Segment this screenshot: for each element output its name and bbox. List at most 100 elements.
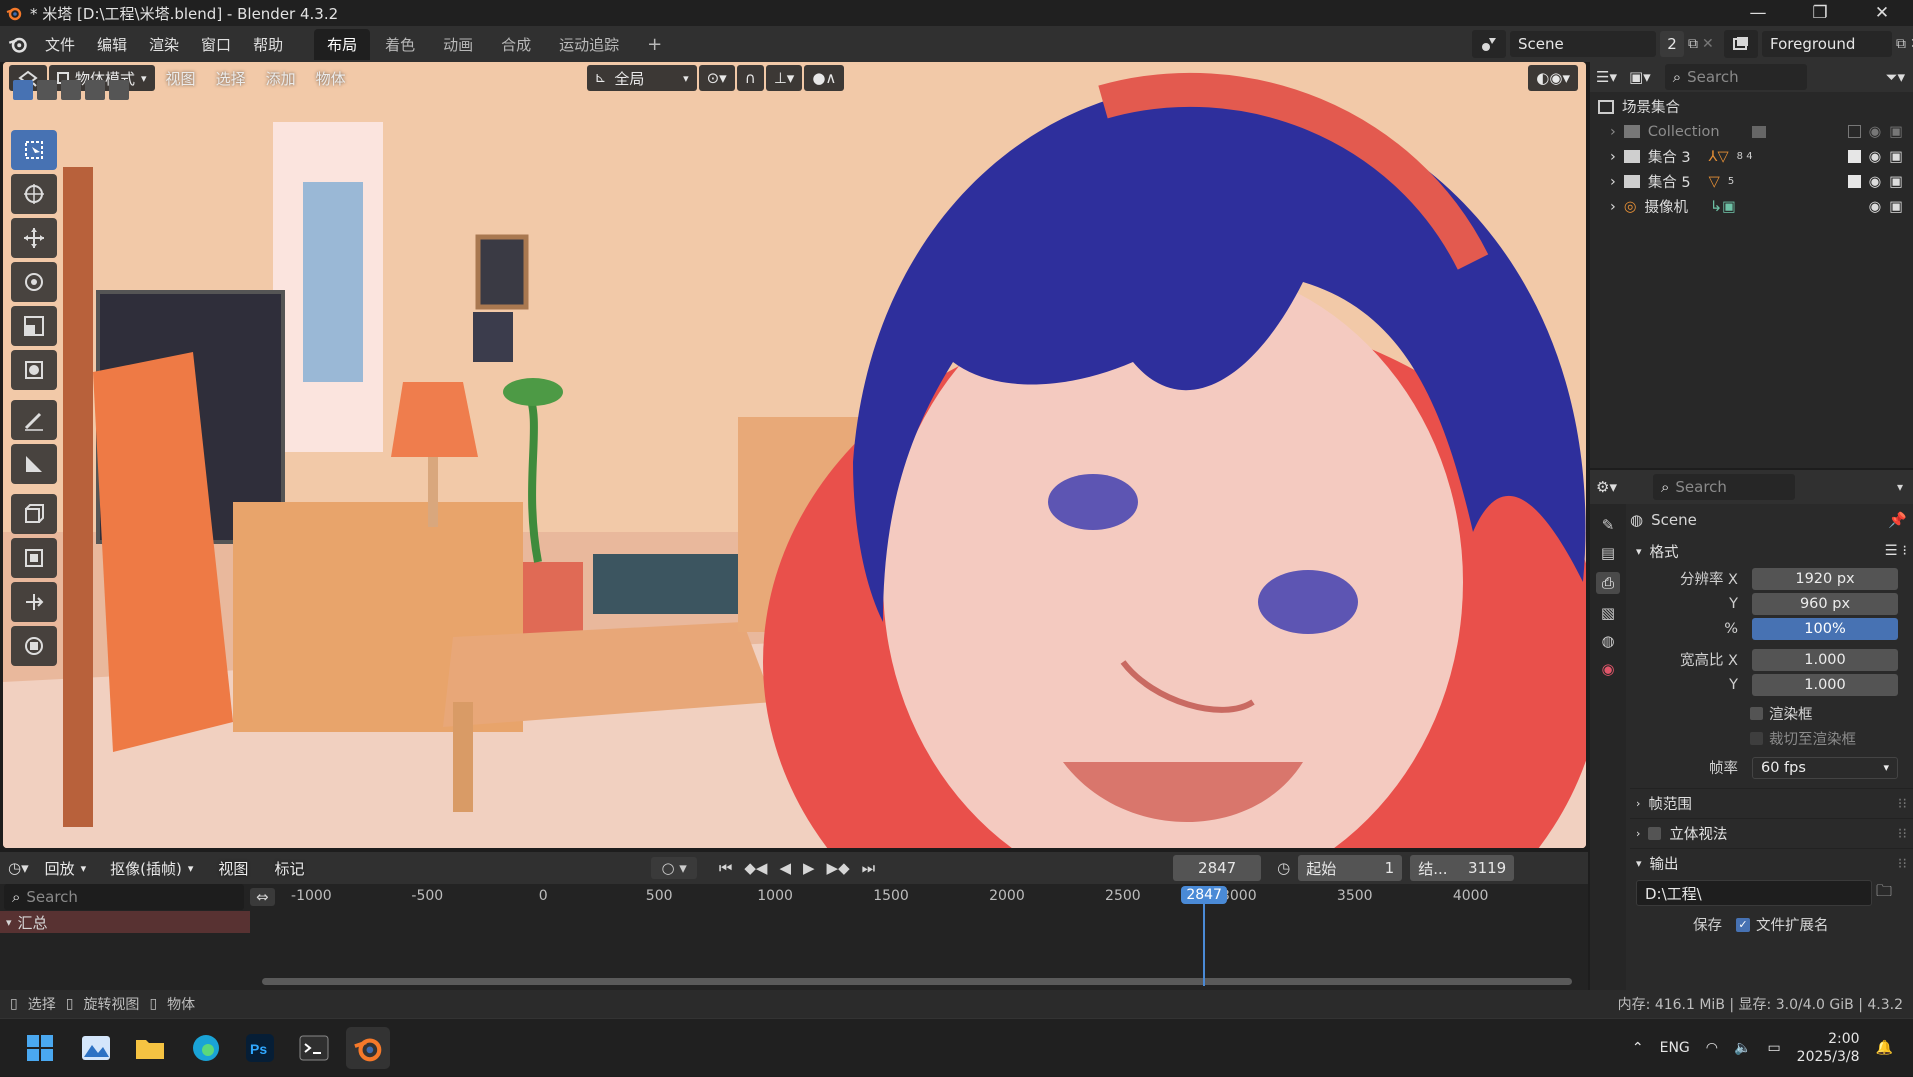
new-scene-icon[interactable]: ⧉ bbox=[1688, 36, 1698, 52]
shear-tool-icon[interactable] bbox=[11, 582, 57, 622]
viewport-menu-view[interactable]: 视图 bbox=[157, 68, 205, 89]
preview-range-icon[interactable]: ◷ bbox=[1277, 859, 1290, 877]
clock[interactable]: 2:00 2025/3/8 bbox=[1797, 1030, 1860, 1066]
render-region-row[interactable]: 渲染框 bbox=[1630, 701, 1913, 726]
section-format[interactable]: ▾ 格式 ☰ ⁝ bbox=[1630, 536, 1913, 566]
outliner-item-collection-5[interactable]: › 集合 5 ▽ 5 ◉ ▣ bbox=[1590, 169, 1913, 194]
camera-render-icon[interactable]: ▣ bbox=[1889, 199, 1903, 215]
render-region-checkbox[interactable] bbox=[1750, 707, 1763, 720]
wifi-icon[interactable]: ◠ bbox=[1706, 1040, 1718, 1056]
frame-ruler[interactable]: -1000 -500 0 500 1000 1500 2000 2500 3000 3500 400… bbox=[265, 884, 1575, 910]
viewport-menu-object[interactable]: 物体 bbox=[307, 68, 355, 89]
minimize-button[interactable]: — bbox=[1727, 0, 1789, 26]
outliner-item-collection[interactable]: › Collection ◉ ▣ bbox=[1590, 119, 1913, 144]
expand-arrow-icon[interactable]: › bbox=[1610, 149, 1616, 165]
outliner-editor-type-icon[interactable]: ☰▾ bbox=[1596, 68, 1617, 86]
frame-end-field[interactable]: 结... 3119 bbox=[1410, 855, 1515, 881]
menu-file[interactable]: 文件 bbox=[34, 34, 86, 55]
include-checkbox[interactable] bbox=[1847, 175, 1861, 188]
pivot-point-icon[interactable]: ⊙▾ bbox=[698, 65, 735, 91]
file-explorer-icon[interactable] bbox=[128, 1027, 172, 1069]
menu-help[interactable]: 帮助 bbox=[242, 34, 294, 55]
expand-arrow-icon[interactable]: › bbox=[1610, 174, 1616, 190]
snap-target-icon[interactable]: ⊥▾ bbox=[765, 65, 803, 91]
photos-app-icon[interactable] bbox=[74, 1027, 118, 1069]
outliner-item-collection-3[interactable]: › 集合 3 ⅄▽ 8 4 ◉ ▣ bbox=[1590, 144, 1913, 169]
play-reverse-icon[interactable]: ◀ bbox=[779, 859, 791, 877]
playback-dropdown[interactable]: 回放 ▾ bbox=[37, 855, 95, 881]
menu-window[interactable]: 窗口 bbox=[190, 34, 242, 55]
auto-keying-icon[interactable]: ○ ▾ bbox=[651, 857, 697, 879]
folder-icon[interactable]: 🗀 bbox=[1876, 880, 1892, 907]
add-workspace-button[interactable]: + bbox=[634, 29, 675, 60]
timeline-scrollbar[interactable] bbox=[262, 978, 1572, 985]
section-frame-range[interactable]: › 帧范围 ⁝⁝ bbox=[1630, 788, 1913, 818]
prev-keyframe-icon[interactable]: ◆◀ bbox=[744, 859, 767, 877]
jump-start-icon[interactable]: ⏮ bbox=[719, 859, 733, 877]
viewport-menu-select[interactable]: 选择 bbox=[207, 68, 255, 89]
drag-handle-icon[interactable]: ⁝⁝ bbox=[1898, 796, 1907, 812]
drag-handle-icon[interactable]: ⁝⁝ bbox=[1898, 826, 1907, 842]
terminal-icon[interactable] bbox=[292, 1027, 336, 1069]
output-path-field[interactable]: D:\工程\ bbox=[1636, 880, 1872, 906]
menu-edit[interactable]: 编辑 bbox=[86, 34, 138, 55]
move-tool-icon[interactable] bbox=[11, 218, 57, 258]
properties-editor-type-icon[interactable]: ⚙▾ bbox=[1596, 478, 1617, 496]
frame-start-field[interactable]: 起始 1 bbox=[1298, 855, 1403, 881]
render-tab-icon[interactable]: ▤ bbox=[1601, 544, 1615, 562]
include-checkbox[interactable] bbox=[1847, 150, 1861, 163]
scene-name-field[interactable]: Scene bbox=[1510, 31, 1656, 57]
summary-row[interactable]: ▾ 汇总 bbox=[0, 910, 1588, 934]
3d-viewport[interactable]: 物体模式 ▾ 视图 选择 添加 物体 ⊾ 全局 ▾ ⊙▾ ∩ ⊥▾ ●∧ ◐◉▾ bbox=[3, 62, 1586, 848]
frame-rate-dropdown[interactable]: 60 fps ▾ bbox=[1752, 756, 1898, 779]
eye-icon[interactable]: ◉ bbox=[1869, 124, 1882, 140]
presets-icon[interactable]: ☰ ⁝ bbox=[1885, 543, 1907, 559]
battery-icon[interactable]: ▭ bbox=[1767, 1040, 1780, 1056]
current-frame-field[interactable]: 2847 bbox=[1173, 855, 1262, 881]
new-view-layer-icon[interactable]: ⧉ bbox=[1896, 36, 1906, 52]
notification-bell-icon[interactable]: 🔔 bbox=[1876, 1040, 1893, 1056]
playhead[interactable]: 2847 bbox=[1181, 886, 1227, 986]
language-indicator[interactable]: ENG bbox=[1660, 1040, 1690, 1056]
drag-handle-icon[interactable]: ⁝⁝ bbox=[1898, 856, 1907, 872]
select-intersect-icon[interactable] bbox=[109, 80, 129, 100]
display-mode-icon[interactable]: ▣▾ bbox=[1629, 68, 1651, 86]
tab-animation[interactable]: 动画 bbox=[430, 29, 486, 60]
aspect-y-field[interactable]: 1.000 bbox=[1752, 673, 1898, 696]
outliner-item-camera[interactable]: › ◎ 摄像机 ↳▣ ◉ ▣ bbox=[1590, 194, 1913, 219]
world-tab-icon[interactable]: ◉ bbox=[1601, 660, 1614, 678]
resolution-x-field[interactable]: 1920 px bbox=[1752, 567, 1898, 590]
eye-icon[interactable]: ◉ bbox=[1869, 174, 1882, 190]
view-layer-icon[interactable] bbox=[1724, 30, 1758, 58]
timeline-menu-marker[interactable]: 标记 bbox=[265, 858, 313, 879]
viewport-menu-add[interactable]: 添加 bbox=[257, 68, 305, 89]
include-checkbox[interactable] bbox=[1847, 125, 1861, 138]
view-layer-tab-icon[interactable]: ▧ bbox=[1601, 604, 1615, 622]
measure-tool-icon[interactable] bbox=[11, 444, 57, 484]
properties-search[interactable]: ⌕ Search bbox=[1652, 474, 1795, 500]
volume-icon[interactable]: 🔈 bbox=[1734, 1040, 1751, 1056]
next-keyframe-icon[interactable]: ▶◆ bbox=[827, 859, 850, 877]
tab-compositing[interactable]: 合成 bbox=[488, 29, 544, 60]
view-layer-field[interactable]: Foreground bbox=[1762, 31, 1892, 57]
annotate-tool-icon[interactable] bbox=[11, 400, 57, 440]
output-tab-icon[interactable]: ⎙ bbox=[1595, 572, 1620, 594]
scene-icon[interactable] bbox=[1472, 30, 1506, 58]
tab-motion-tracking[interactable]: 运动追踪 bbox=[546, 29, 632, 60]
resolution-y-field[interactable]: 960 px bbox=[1752, 592, 1898, 615]
tool-tab-icon[interactable]: ✎ bbox=[1602, 516, 1615, 534]
scene-tab-icon[interactable]: ◍ bbox=[1601, 632, 1614, 650]
maximize-button[interactable]: ❐ bbox=[1789, 0, 1851, 26]
blender-taskbar-icon[interactable] bbox=[346, 1027, 390, 1069]
crop-region-row[interactable]: 裁切至渲染框 bbox=[1630, 726, 1913, 751]
select-extend-icon[interactable] bbox=[37, 80, 57, 100]
orientation-dropdown[interactable]: ⊾ 全局 ▾ bbox=[586, 65, 697, 91]
timeline-search[interactable]: ⌕ Search bbox=[4, 884, 244, 910]
aspect-x-field[interactable]: 1.000 bbox=[1752, 648, 1898, 671]
eye-icon[interactable]: ◉ bbox=[1869, 199, 1882, 215]
outliner-scene-collection[interactable]: 场景集合 bbox=[1590, 94, 1913, 119]
camera-render-icon[interactable]: ▣ bbox=[1889, 174, 1903, 190]
photoshop-icon[interactable]: Ps bbox=[238, 1027, 282, 1069]
rip-tool-icon[interactable] bbox=[11, 626, 57, 666]
eye-icon[interactable]: ◉ bbox=[1869, 149, 1882, 165]
